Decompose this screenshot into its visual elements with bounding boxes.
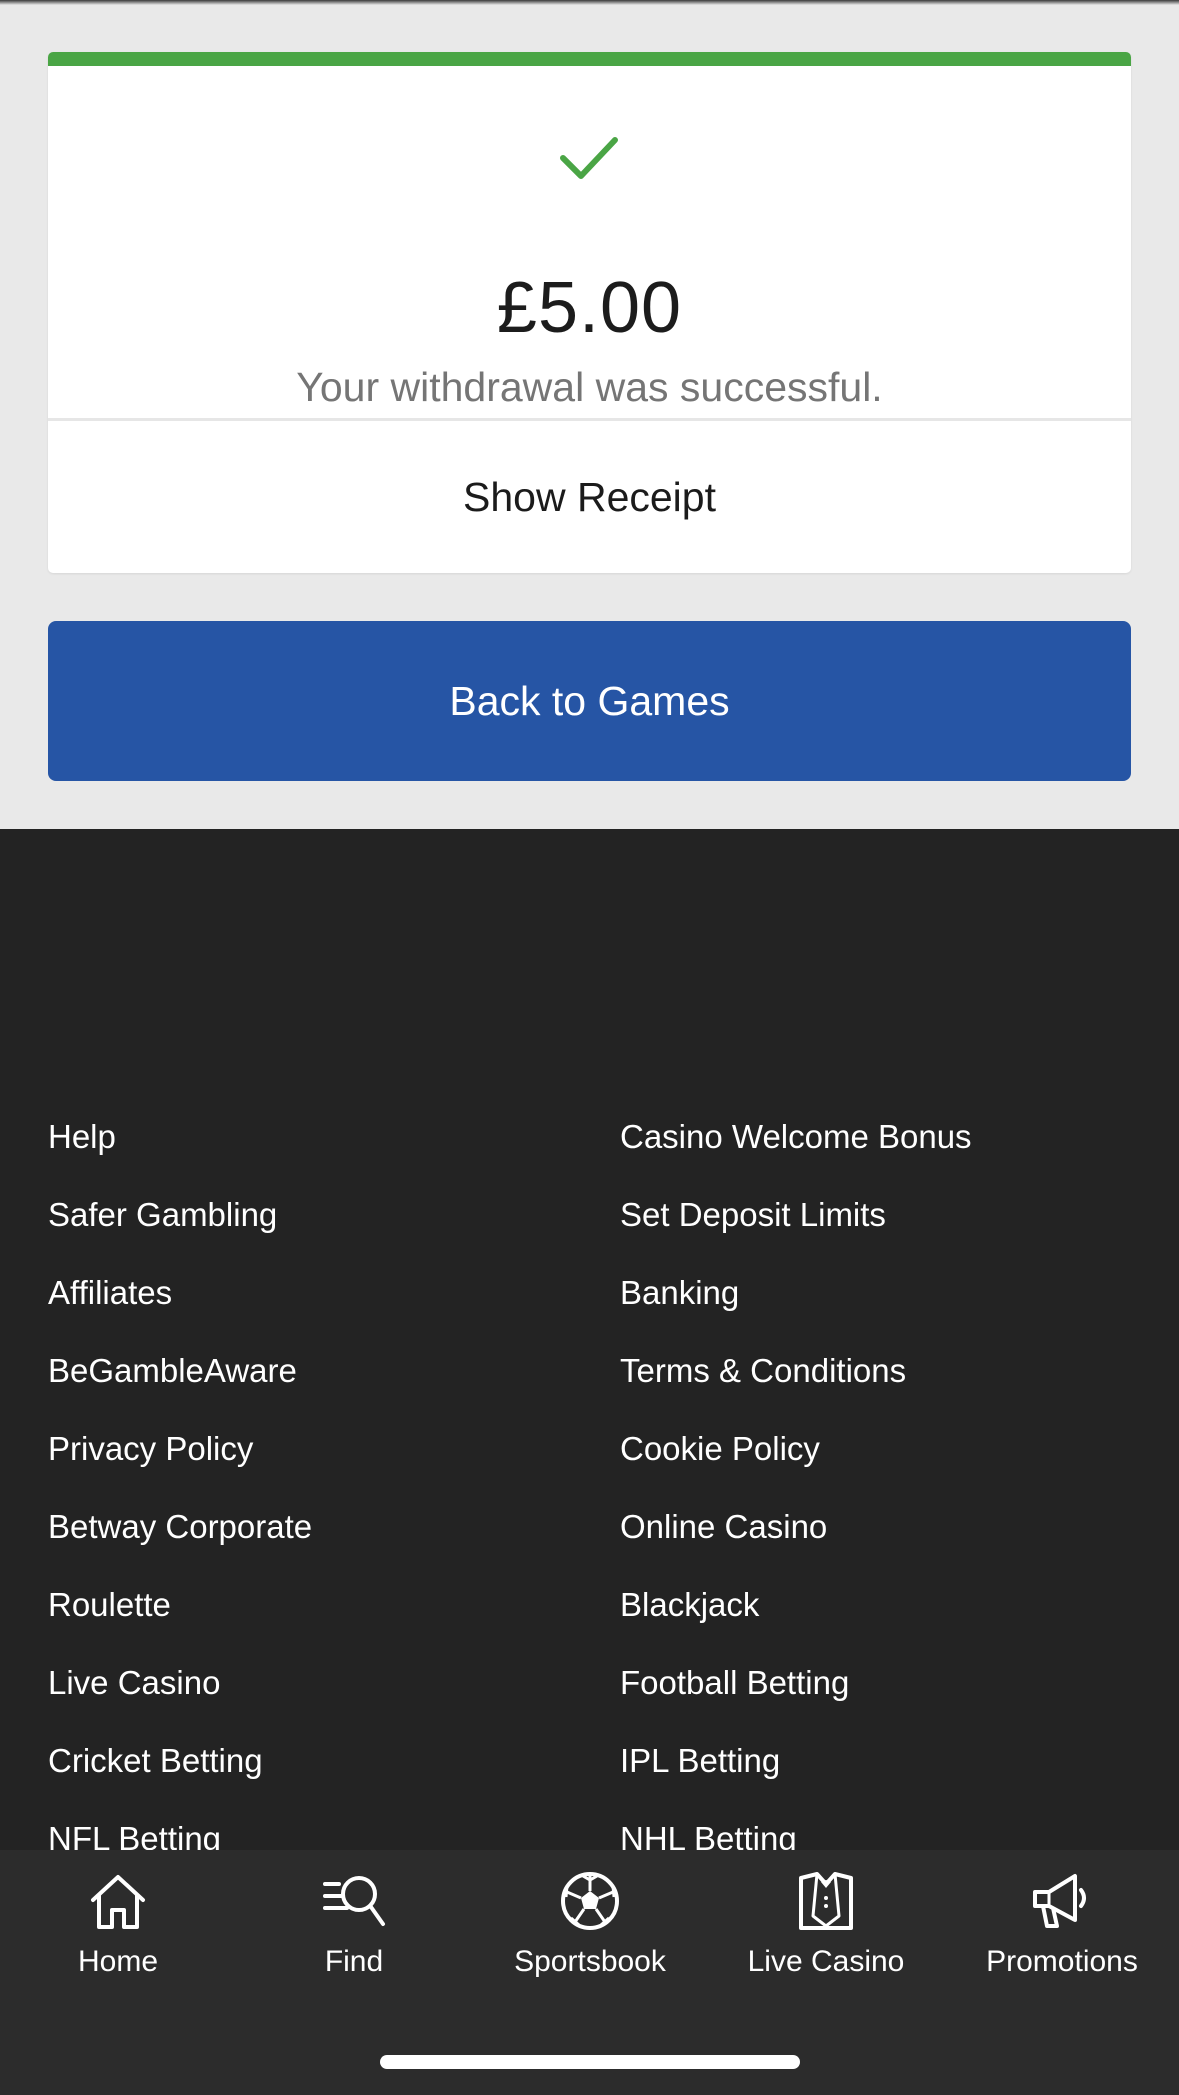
footer-link[interactable]: Privacy Policy: [48, 1430, 253, 1468]
home-icon: [91, 1875, 145, 1929]
footer-link[interactable]: Help: [48, 1118, 116, 1156]
nav-label: Find: [324, 1945, 384, 1978]
footer-link[interactable]: Blackjack: [620, 1586, 759, 1624]
footer-link[interactable]: BeGambleAware: [48, 1352, 297, 1390]
checkmark-icon: [560, 137, 618, 179]
home-indicator[interactable]: [380, 2055, 800, 2069]
football-icon: [561, 1872, 619, 1930]
footer-link[interactable]: Safer Gambling: [48, 1196, 277, 1234]
confirmation-card: £5.00 Your withdrawal was successful. Sh…: [48, 52, 1131, 573]
nav-promotions[interactable]: Promotions: [944, 1850, 1179, 1990]
header-shadow: [0, 0, 1179, 5]
nav-home[interactable]: Home: [0, 1850, 236, 1990]
footer-link[interactable]: Online Casino: [620, 1508, 827, 1546]
footer-link[interactable]: Casino Welcome Bonus: [620, 1118, 972, 1156]
megaphone-icon: [1033, 1874, 1086, 1928]
bottom-navigation-bar: Home Find Sportsbook Live Casino Promoti…: [0, 1850, 1179, 2095]
live-casino-icon: [799, 1872, 853, 1930]
footer-link[interactable]: Banking: [620, 1274, 739, 1312]
footer-link[interactable]: Live Casino: [48, 1664, 220, 1702]
success-status-bar: [48, 52, 1131, 66]
footer-link[interactable]: IPL Betting: [620, 1742, 780, 1780]
footer-link[interactable]: Affiliates: [48, 1274, 172, 1312]
nav-label: Sportsbook: [514, 1945, 666, 1978]
footer-link[interactable]: Cookie Policy: [620, 1430, 820, 1468]
nav-find[interactable]: Find: [236, 1850, 472, 1990]
footer-link[interactable]: Set Deposit Limits: [620, 1196, 886, 1234]
nav-sportsbook[interactable]: Sportsbook: [472, 1850, 708, 1990]
footer-link[interactable]: Cricket Betting: [48, 1742, 263, 1780]
footer-link[interactable]: Betway Corporate: [48, 1508, 312, 1546]
footer-link[interactable]: Football Betting: [620, 1664, 849, 1702]
nav-label: Promotions: [986, 1945, 1138, 1978]
footer-link[interactable]: Terms & Conditions: [620, 1352, 906, 1390]
withdrawal-amount: £5.00: [496, 268, 683, 348]
nav-label: Live Casino: [747, 1945, 905, 1978]
find-icon: [323, 1876, 385, 1926]
nav-label: Home: [77, 1945, 159, 1978]
show-receipt-button[interactable]: Show Receipt: [48, 421, 1131, 573]
success-message: Your withdrawal was successful.: [296, 364, 883, 410]
nav-live-casino[interactable]: Live Casino: [708, 1850, 944, 1990]
footer-link[interactable]: Roulette: [48, 1586, 171, 1624]
withdrawal-confirmation-area: £5.00 Your withdrawal was successful. Sh…: [0, 0, 1179, 829]
back-to-games-button[interactable]: Back to Games: [48, 621, 1131, 781]
